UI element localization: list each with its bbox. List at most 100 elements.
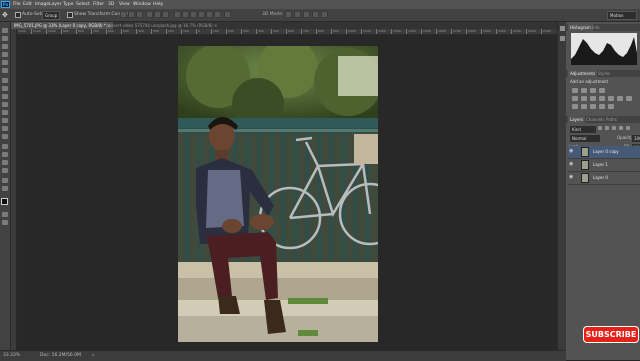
lasso-tool[interactable] (2, 44, 8, 49)
menu-window[interactable]: Window (133, 2, 151, 7)
align-vcenter-button[interactable] (128, 11, 135, 18)
quick-mask-button[interactable] (2, 212, 8, 217)
photo-filter-icon[interactable] (608, 96, 614, 101)
exposure-icon[interactable] (599, 88, 605, 93)
menu-layer[interactable]: Layer (49, 2, 62, 7)
distribute-right-button[interactable] (214, 11, 221, 18)
gradient-map-icon[interactable] (608, 104, 614, 109)
filter-smart-object-icon[interactable] (626, 126, 630, 130)
auto-align-button[interactable] (224, 11, 231, 18)
menu-file[interactable]: File (13, 2, 21, 7)
move-tool-icon[interactable]: ✥ (2, 11, 12, 19)
selective-color-icon[interactable] (599, 104, 605, 109)
document-canvas-photo[interactable] (178, 46, 378, 342)
align-left-button[interactable] (146, 11, 153, 18)
zoom-tool[interactable] (2, 186, 8, 191)
menu-3d[interactable]: 3D (108, 2, 114, 7)
menu-type[interactable]: Type (63, 2, 73, 7)
filter-pixel-icon[interactable] (598, 126, 602, 130)
quick-select-tool[interactable] (2, 52, 8, 57)
black-white-icon[interactable] (599, 96, 605, 101)
screen-mode-button[interactable] (2, 220, 8, 225)
3d-roll-button[interactable] (294, 11, 301, 18)
menu-view[interactable]: View (119, 2, 130, 7)
zoom-level[interactable]: 33.33% (3, 353, 20, 359)
vibrance-icon[interactable] (572, 96, 578, 101)
distribute-top-button[interactable] (174, 11, 181, 18)
move-tool[interactable] (2, 28, 8, 33)
curves-icon[interactable] (590, 88, 596, 93)
layer-row-layer-0-copy[interactable]: ◉ Layer 0 copy (568, 146, 640, 159)
foreground-color-swatch[interactable] (1, 198, 8, 205)
align-hcenter-button[interactable] (154, 11, 161, 18)
color-balance-icon[interactable] (590, 96, 596, 101)
clone-stamp-tool[interactable] (2, 94, 8, 99)
align-bottom-button[interactable] (136, 11, 143, 18)
3d-scale-button[interactable] (321, 11, 328, 18)
hue-saturation-icon[interactable] (581, 96, 587, 101)
healing-brush-tool[interactable] (2, 78, 8, 83)
tab-close-icon[interactable]: × (214, 23, 217, 28)
tab-paths[interactable]: Paths (604, 116, 619, 123)
invert-icon[interactable] (572, 104, 578, 109)
3d-rotate-button[interactable] (285, 11, 292, 18)
eye-icon[interactable]: ◉ (569, 175, 574, 180)
shape-tool[interactable] (2, 168, 8, 173)
tab-adjustments[interactable]: Adjustments (568, 70, 598, 77)
threshold-icon[interactable] (590, 104, 596, 109)
levels-icon[interactable] (581, 88, 587, 93)
dodge-tool[interactable] (2, 134, 8, 139)
properties-panel-icon[interactable] (560, 36, 565, 41)
opacity-input[interactable]: 100% (631, 134, 640, 143)
menu-select[interactable]: Select (76, 2, 90, 7)
menu-edit[interactable]: Edit (23, 2, 32, 7)
blur-tool[interactable] (2, 126, 8, 131)
history-panel-icon[interactable] (560, 26, 565, 31)
channel-mixer-icon[interactable] (617, 96, 623, 101)
posterize-icon[interactable] (581, 104, 587, 109)
subscribe-button[interactable]: SUBSCRIBE (583, 326, 639, 343)
eyedropper-tool[interactable] (2, 68, 8, 73)
eye-icon[interactable]: ◉ (569, 149, 574, 154)
filter-type-icon[interactable] (612, 126, 616, 130)
eye-icon[interactable]: ◉ (569, 162, 574, 167)
filter-shape-icon[interactable] (619, 126, 623, 130)
3d-slide-button[interactable] (312, 11, 319, 18)
tab-info[interactable]: Info (590, 24, 602, 31)
3d-pan-button[interactable] (303, 11, 310, 18)
layer-filter-dropdown[interactable]: Kind (569, 125, 597, 134)
hand-tool[interactable] (2, 178, 8, 183)
distribute-bottom-button[interactable] (190, 11, 197, 18)
photoshop-logo[interactable]: Ps (1, 1, 10, 8)
marquee-tool[interactable] (2, 36, 8, 41)
gradient-tool[interactable] (2, 118, 8, 123)
distribute-vcenter-button[interactable] (182, 11, 189, 18)
pen-tool[interactable] (2, 144, 8, 149)
filter-adjustment-icon[interactable] (605, 126, 609, 130)
menu-filter[interactable]: Filter (93, 2, 104, 7)
layer-row-layer-0[interactable]: ◉ Layer 0 (568, 172, 640, 185)
auto-select-dropdown[interactable]: Group (42, 11, 61, 20)
type-tool[interactable] (2, 152, 8, 157)
align-right-button[interactable] (162, 11, 169, 18)
status-menu-arrow[interactable]: › (92, 353, 94, 359)
auto-select-checkbox[interactable] (15, 12, 21, 18)
brightness-contrast-icon[interactable] (572, 88, 578, 93)
eraser-tool[interactable] (2, 110, 8, 115)
blend-mode-dropdown[interactable]: Normal (569, 134, 601, 143)
workspace-dropdown[interactable]: Motion (607, 11, 637, 20)
brush-tool[interactable] (2, 86, 8, 91)
layer-row-layer-1[interactable]: ◉ Layer 1 (568, 159, 640, 172)
tab-layers[interactable]: Layers (568, 116, 586, 123)
tab-convert-video[interactable]: convert video 575744 unsplash.jpg @ 16.7… (103, 22, 220, 29)
tab-img-5701[interactable]: IMG_5701.JPG @ 33% (Layer 0 copy, RGB/8)… (11, 22, 114, 29)
crop-tool[interactable] (2, 60, 8, 65)
history-brush-tool[interactable] (2, 102, 8, 107)
transform-controls-checkbox[interactable] (67, 12, 73, 18)
tab-styles[interactable]: Styles (596, 70, 612, 77)
color-lookup-icon[interactable] (626, 96, 632, 101)
distribute-hcenter-button[interactable] (206, 11, 213, 18)
path-selection-tool[interactable] (2, 160, 8, 165)
menu-image[interactable]: Image (35, 2, 49, 7)
align-top-button[interactable] (120, 11, 127, 18)
